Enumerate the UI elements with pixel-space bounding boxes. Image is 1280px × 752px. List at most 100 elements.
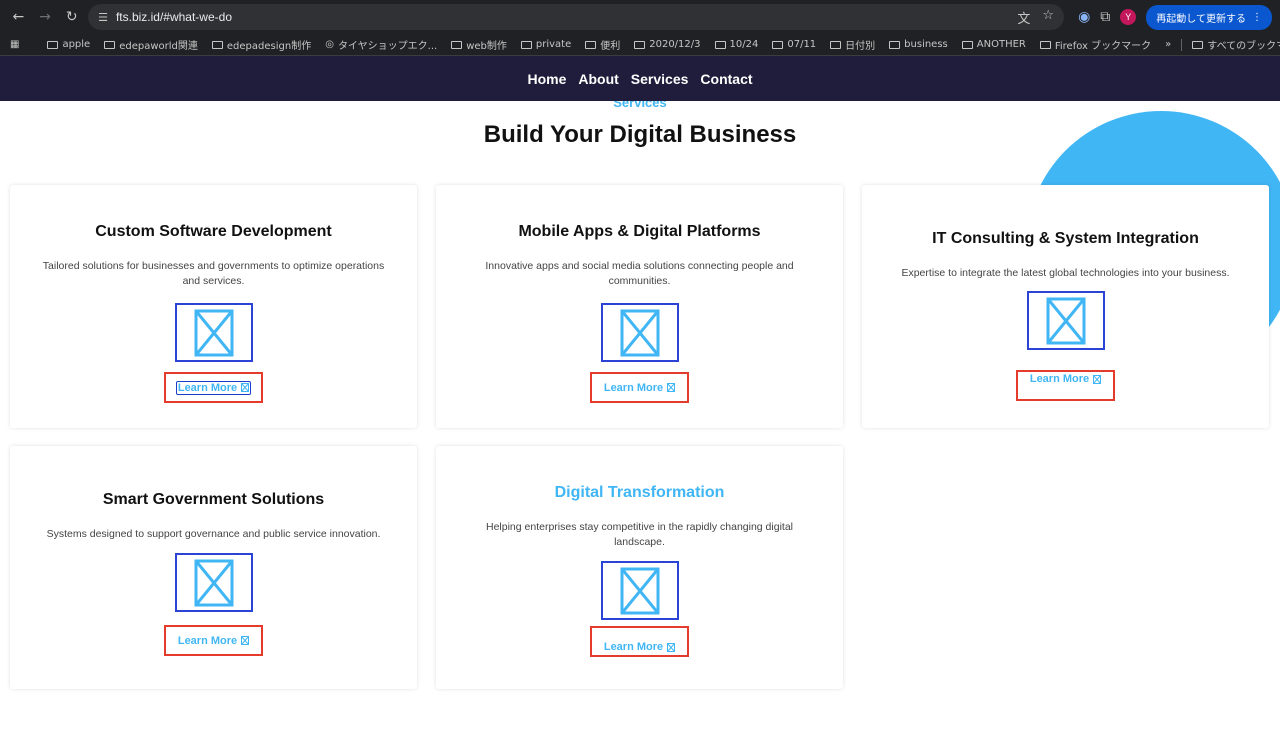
service-card: Mobile Apps & Digital Platforms Innovati… — [436, 185, 843, 428]
learn-more-outline: Learn More — [164, 372, 263, 403]
learn-more-link[interactable]: Learn More — [1029, 373, 1102, 385]
learn-more-link[interactable]: Learn More — [177, 634, 250, 647]
folder-icon — [211, 40, 223, 49]
folder-icon — [47, 40, 59, 49]
restart-update-button[interactable]: 再起動して更新する ⋮ — [1146, 4, 1272, 30]
folder-icon — [634, 40, 646, 49]
bookmarks-bar: ▦ apple edepaworld関連 edepadesign制作 ◎ タイヤシ… — [0, 34, 1280, 56]
back-arrow-icon[interactable]: ← — [8, 5, 29, 29]
learn-more-link[interactable]: Learn More — [175, 380, 252, 395]
extension-logo-icon[interactable]: ◉ — [1078, 9, 1090, 25]
card-title: Smart Government Solutions — [102, 491, 325, 508]
bookmark-item[interactable]: 2020/12/3 — [634, 39, 701, 50]
learn-more-label: Learn More — [177, 634, 238, 647]
more-bookmarks-icon[interactable]: » — [1165, 39, 1171, 50]
bookmarks-divider — [1181, 38, 1183, 51]
folder-icon — [961, 40, 973, 49]
card-description: Tailored solutions for businesses and go… — [42, 260, 385, 287]
card-title: Mobile Apps & Digital Platforms — [518, 223, 761, 240]
bookmark-item[interactable]: business — [889, 39, 948, 50]
learn-more-outline: Learn More — [1016, 370, 1115, 401]
services-section: Services Build Your Digital Business Cus… — [0, 101, 1280, 752]
nav-contact-link[interactable]: Contact — [700, 71, 752, 87]
broken-image-icon — [1046, 297, 1085, 344]
card-description: Innovative apps and social media solutio… — [485, 260, 794, 287]
folder-icon — [585, 40, 597, 49]
nav-home-link[interactable]: Home — [527, 71, 566, 87]
address-bar[interactable]: ☰ fts.biz.id/#what-we-do 文 ☆ — [88, 4, 1065, 30]
bookmark-item[interactable]: Firefox ブックマーク — [1039, 37, 1151, 52]
section-eyebrow: Services — [613, 101, 667, 110]
bookmark-item[interactable]: 10/24 — [714, 39, 758, 50]
url-text[interactable]: fts.biz.id/#what-we-do — [116, 10, 1009, 24]
service-card: Smart Government Solutions Systems desig… — [10, 446, 417, 689]
service-card: Custom Software Development Tailored sol… — [10, 185, 417, 428]
section-title: Build Your Digital Business — [483, 121, 797, 148]
browser-toolbar: ← → ↻ ☰ fts.biz.id/#what-we-do 文 ☆ ◉ ⧉ Y… — [0, 0, 1280, 34]
folder-icon — [104, 40, 116, 49]
card-title[interactable]: Digital Transformation — [436, 484, 843, 502]
nav-about-link[interactable]: About — [578, 71, 618, 87]
apps-grid-icon[interactable]: ▦ — [10, 39, 19, 50]
learn-more-outline: Learn More — [590, 626, 689, 657]
bookmark-item[interactable]: ◎ タイヤショップエク... — [325, 37, 437, 52]
learn-more-label: Learn More — [603, 381, 664, 394]
translate-icon[interactable]: 文 — [1017, 8, 1030, 27]
profile-avatar[interactable]: Y — [1120, 9, 1137, 25]
bookmark-item[interactable]: web制作 — [451, 37, 507, 52]
broken-image-icon — [620, 567, 659, 614]
nav-services-link[interactable]: Services — [631, 71, 689, 87]
card-description: Expertise to integrate the latest global… — [901, 267, 1230, 279]
restart-label: 再起動して更新する — [1156, 13, 1246, 25]
site-info-icon[interactable]: ☰ — [98, 11, 108, 24]
bookmark-item[interactable]: 便利 — [585, 37, 620, 52]
all-bookmarks-item[interactable]: すべてのブックマーク — [1192, 37, 1280, 52]
learn-more-outline: Learn More — [164, 625, 263, 656]
service-card: IT Consulting & System Integration Exper… — [862, 185, 1269, 428]
forward-arrow-icon[interactable]: → — [35, 5, 56, 29]
menu-dots-icon: ⋮ — [1251, 11, 1262, 23]
folder-icon — [520, 40, 532, 49]
globe-icon: ◎ — [325, 39, 334, 50]
card-image-placeholder — [1026, 291, 1105, 350]
learn-more-label: Learn More — [1029, 373, 1090, 385]
bookmark-star-icon[interactable]: ☆ — [1042, 8, 1054, 27]
service-card: Digital Transformation Helping enterpris… — [436, 446, 843, 689]
reload-icon[interactable]: ↻ — [61, 5, 82, 29]
broken-image-icon — [194, 309, 233, 356]
bookmark-item[interactable]: edepaworld関連 — [104, 37, 198, 52]
broken-image-icon — [241, 383, 250, 392]
learn-more-label: Learn More — [603, 641, 664, 653]
learn-more-outline: Learn More — [590, 372, 689, 403]
broken-image-icon — [194, 559, 233, 606]
card-description: Helping enterprises stay competitive in … — [485, 521, 793, 548]
broken-image-icon — [241, 636, 250, 645]
card-title: IT Consulting & System Integration — [932, 230, 1199, 247]
bookmark-item[interactable]: 日付別 — [830, 37, 875, 52]
site-navbar: Home About Services Contact — [0, 56, 1280, 101]
bookmark-item[interactable]: 07/11 — [772, 39, 816, 50]
bookmark-item[interactable]: edepadesign制作 — [211, 37, 311, 52]
learn-more-label: Learn More — [177, 381, 238, 394]
folder-icon — [1039, 40, 1051, 49]
broken-image-icon — [620, 309, 659, 356]
learn-more-link[interactable]: Learn More — [603, 381, 676, 394]
folder-icon — [451, 40, 463, 49]
bookmark-item[interactable]: private — [520, 39, 571, 50]
folder-icon — [889, 40, 901, 49]
broken-image-icon — [1093, 374, 1102, 384]
card-image-placeholder — [174, 303, 253, 362]
bookmark-item[interactable]: apple — [47, 39, 90, 50]
broken-image-icon — [667, 642, 676, 652]
card-title: Custom Software Development — [95, 223, 332, 240]
card-image-placeholder — [600, 561, 679, 620]
card-image-placeholder — [600, 303, 679, 362]
extensions-puzzle-icon[interactable]: ⧉ — [1100, 9, 1110, 25]
folder-icon — [714, 40, 726, 49]
card-image-placeholder — [174, 553, 253, 612]
folder-icon — [772, 40, 784, 49]
folder-icon — [830, 40, 842, 49]
learn-more-link[interactable]: Learn More — [603, 641, 676, 653]
folder-icon — [1192, 40, 1204, 49]
bookmark-item[interactable]: ANOTHER — [961, 39, 1026, 50]
